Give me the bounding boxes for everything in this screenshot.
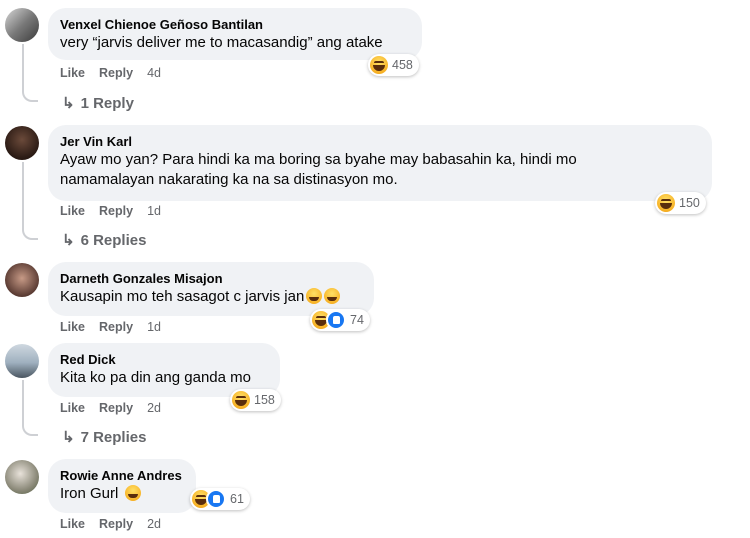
comment-text: namamalayan nakarating ka na sa distinas…: [60, 171, 398, 188]
comment-text: Iron Gurl: [60, 484, 184, 504]
view-replies-link[interactable]: ↳ 7 Replies: [62, 428, 146, 446]
reaction-count: 61: [230, 492, 244, 506]
reply-arrow-icon: ↳: [62, 429, 75, 446]
commenter-name[interactable]: Rowie Anne Andres: [60, 467, 184, 484]
reaction-count: 150: [679, 196, 700, 210]
grinning-emoji-icon: [324, 288, 341, 304]
avatar[interactable]: [5, 344, 39, 378]
timestamp[interactable]: 2d: [147, 401, 161, 415]
like-button[interactable]: Like: [60, 320, 85, 334]
reply-button[interactable]: Reply: [99, 320, 133, 334]
like-button[interactable]: Like: [60, 204, 85, 218]
replies-label: 1 Reply: [80, 95, 134, 112]
avatar[interactable]: [5, 263, 39, 297]
avatar[interactable]: [5, 8, 39, 42]
timestamp[interactable]: 1d: [147, 320, 161, 334]
comment-actions: Like Reply 1d: [60, 204, 161, 218]
like-button[interactable]: Like: [60, 401, 85, 415]
like-button[interactable]: Like: [60, 66, 85, 80]
comment-text: Kausapin mo teh sasagot c jarvis jan: [60, 287, 362, 307]
thread-line: [22, 44, 24, 90]
reaction-summary[interactable]: 150: [655, 192, 706, 214]
reaction-count: 74: [350, 313, 364, 327]
commenter-name[interactable]: Jer Vin Karl: [60, 133, 700, 150]
commenter-name[interactable]: Venxel Chienoe Geñoso Bantilan: [60, 16, 410, 33]
replies-label: 7 Replies: [80, 429, 147, 446]
reaction-summary[interactable]: 74: [310, 309, 370, 331]
reply-button[interactable]: Reply: [99, 204, 133, 218]
reaction-count: 158: [254, 393, 275, 407]
comment-actions: Like Reply 4d: [60, 66, 161, 80]
haha-reaction-icon: [232, 391, 250, 409]
comment-text: Ayaw mo yan? Para hindi ka ma boring sa …: [60, 151, 577, 168]
thread-hook: [22, 88, 38, 102]
avatar[interactable]: [5, 126, 39, 160]
commenter-name[interactable]: Darneth Gonzales Misajon: [60, 270, 362, 287]
reply-arrow-icon: ↳: [62, 232, 75, 249]
sad-emoji-icon: [124, 485, 141, 501]
replies-label: 6 Replies: [80, 232, 147, 249]
laughing-emoji-icon: [306, 288, 323, 304]
like-button[interactable]: Like: [60, 517, 85, 531]
like-reaction-icon: [206, 489, 226, 509]
comment-text-content: Kausapin mo teh sasagot c jarvis jan: [60, 288, 305, 305]
timestamp[interactable]: 1d: [147, 204, 161, 218]
avatar[interactable]: [5, 460, 39, 494]
thread-line: [22, 380, 24, 424]
reply-button[interactable]: Reply: [99, 66, 133, 80]
comment-bubble: Darneth Gonzales Misajon Kausapin mo teh…: [48, 262, 374, 316]
reply-arrow-icon: ↳: [62, 95, 75, 112]
view-replies-link[interactable]: ↳ 6 Replies: [62, 231, 146, 249]
thread-hook: [22, 226, 38, 240]
timestamp[interactable]: 4d: [147, 66, 161, 80]
comment-actions: Like Reply 1d: [60, 320, 161, 334]
comment-bubble: Jer Vin Karl Ayaw mo yan? Para hindi ka …: [48, 125, 712, 201]
comment-bubble: Venxel Chienoe Geñoso Bantilan very “jar…: [48, 8, 422, 60]
like-reaction-icon: [326, 310, 346, 330]
thread-hook: [22, 422, 38, 436]
comment-text: Kita ko pa din ang ganda mo: [60, 369, 251, 386]
timestamp[interactable]: 2d: [147, 517, 161, 531]
reply-button[interactable]: Reply: [99, 517, 133, 531]
reaction-count: 458: [392, 58, 413, 72]
comment-text-content: Iron Gurl: [60, 485, 119, 502]
comment-actions: Like Reply 2d: [60, 401, 161, 415]
reaction-summary[interactable]: 158: [230, 389, 281, 411]
reaction-summary[interactable]: 61: [190, 488, 250, 510]
reaction-summary[interactable]: 458: [368, 54, 419, 76]
view-replies-link[interactable]: ↳ 1 Reply: [62, 94, 134, 112]
comment-text: very “jarvis deliver me to macasandig” a…: [60, 34, 383, 51]
haha-reaction-icon: [657, 194, 675, 212]
commenter-name[interactable]: Red Dick: [60, 351, 268, 368]
comment-actions: Like Reply 2d: [60, 517, 161, 531]
thread-line: [22, 162, 24, 228]
comment-bubble: Rowie Anne Andres Iron Gurl: [48, 459, 196, 513]
haha-reaction-icon: [370, 56, 388, 74]
reply-button[interactable]: Reply: [99, 401, 133, 415]
